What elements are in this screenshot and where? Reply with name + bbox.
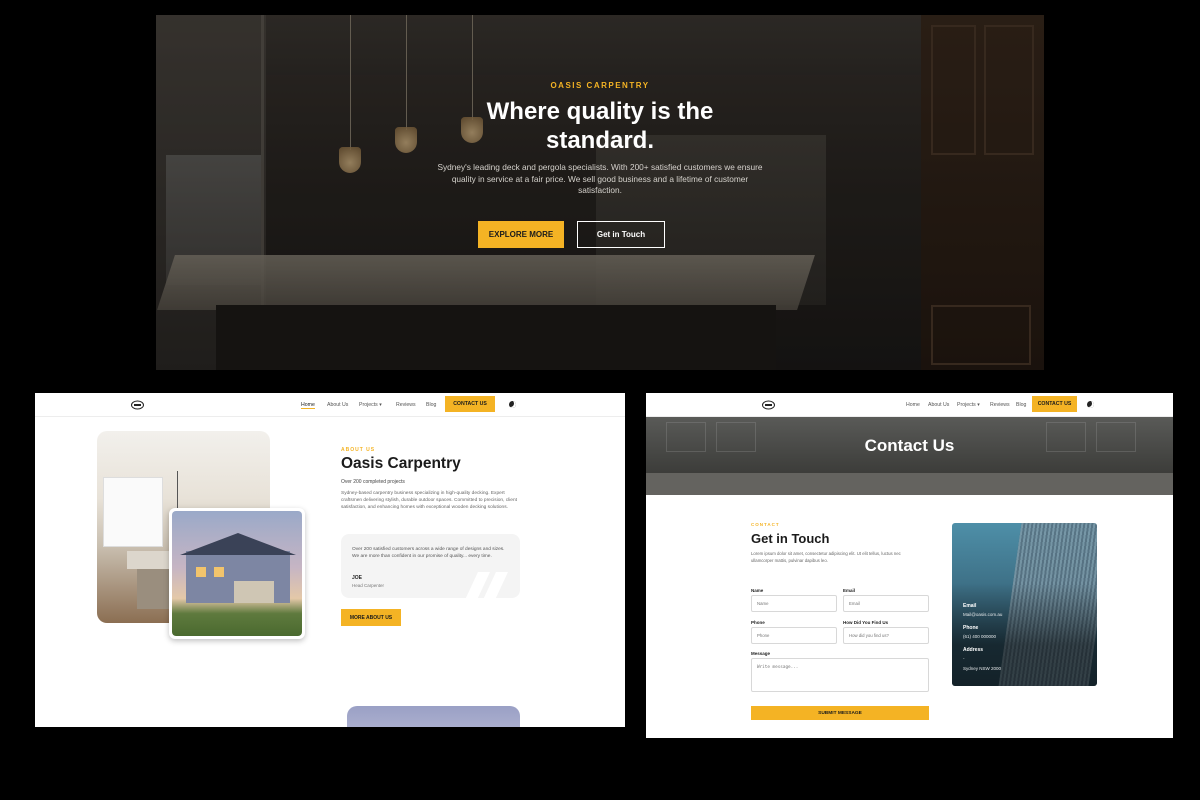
testimonial-name: JOE <box>352 575 363 581</box>
house-window <box>214 567 224 577</box>
logo-icon[interactable] <box>131 400 144 410</box>
nav-blog[interactable]: Blog <box>426 402 436 408</box>
source-input[interactable] <box>843 627 929 644</box>
email-label: Email <box>843 588 856 593</box>
about-description: Sydney-based carpentry business speciali… <box>341 491 517 510</box>
garage-door <box>234 581 274 603</box>
about-page-screenshot: Home About Us Projects ▾ Reviews Blog CO… <box>35 393 625 727</box>
pendant-cord <box>177 471 178 511</box>
address-info-label: Address <box>963 647 984 653</box>
nav-home[interactable]: Home <box>301 402 315 409</box>
navbar: Home About Us Projects ▾ Reviews Blog CO… <box>35 393 625 417</box>
hero-description: Sydney's leading deck and pergola specia… <box>437 162 763 195</box>
contact-description: Lorem ipsum dolor sit amet, consectetur … <box>751 551 901 563</box>
moon-icon[interactable] <box>1087 401 1094 408</box>
name-input[interactable] <box>751 595 837 612</box>
hero-eyebrow: OASIS CARPENTRY <box>550 81 650 90</box>
nav-reviews[interactable]: Reviews <box>990 402 1010 408</box>
message-input[interactable] <box>751 658 929 692</box>
contact-banner <box>646 417 1173 495</box>
nav-home[interactable]: Home <box>906 402 920 408</box>
submit-message-button[interactable]: SUBMIT MESSAGE <box>751 706 929 720</box>
testimonial-quote: Over 200 satisfied customers across a wi… <box>352 547 505 559</box>
get-in-touch-button[interactable]: Get in Touch <box>577 221 665 248</box>
address-line: Sydney NSW 2000 <box>963 666 1002 671</box>
email-info-label: Email <box>963 603 977 609</box>
hero-title-line: standard. <box>545 127 655 154</box>
nav-projects[interactable]: Projects ▾ <box>957 402 980 408</box>
nav-reviews[interactable]: Reviews <box>396 402 416 408</box>
about-eyebrow: ABOUT US <box>341 447 376 453</box>
phone-info-value[interactable]: (61) 400 000000 <box>963 634 996 639</box>
about-title: Oasis Carpentry <box>341 455 461 472</box>
contact-page-title: Contact Us <box>864 436 955 455</box>
contact-page-screenshot: Home About Us Projects ▾ Reviews Blog CO… <box>646 393 1173 738</box>
nav-about[interactable]: About Us <box>928 402 949 408</box>
contact-eyebrow: CONTACT <box>751 522 780 527</box>
hero-title-line: Where quality is the <box>486 98 714 125</box>
house-photo <box>172 511 302 636</box>
testimonial-card: Over 200 satisfied customers across a wi… <box>341 534 520 598</box>
hero-section: OASIS CARPENTRY Where quality is the sta… <box>156 15 1044 370</box>
nav-about[interactable]: About Us <box>327 402 348 408</box>
about-subtitle: Over 200 completed projects <box>341 479 405 485</box>
next-section-image <box>347 706 520 727</box>
testimonial-role: Head Carpenter <box>352 583 385 588</box>
phone-input[interactable] <box>751 627 837 644</box>
explore-more-button[interactable]: EXPLORE MORE <box>478 221 564 248</box>
contact-heading: Get in Touch <box>751 531 830 546</box>
contact-us-button[interactable]: CONTACT US <box>1032 396 1077 412</box>
house-window <box>196 567 206 577</box>
navbar: Home About Us Projects ▾ Reviews Blog CO… <box>646 393 1173 417</box>
phone-info-label: Phone <box>963 625 979 631</box>
nav-projects-label: Projects <box>957 402 976 408</box>
nav-blog[interactable]: Blog <box>1016 402 1026 408</box>
message-label: Message <box>751 651 771 656</box>
chevron-down-icon: ▾ <box>977 402 980 408</box>
email-info-value[interactable]: Mail@oasis.com.au <box>963 612 1002 617</box>
kitchen-cabinet <box>103 477 163 547</box>
hero-title: Where quality is the standard. <box>156 97 1044 155</box>
house-roof <box>180 533 296 555</box>
address-line: - <box>963 656 965 661</box>
phone-label: Phone <box>751 620 765 625</box>
moon-icon[interactable] <box>509 401 516 408</box>
contact-us-button[interactable]: CONTACT US <box>445 396 495 412</box>
nav-projects-label: Projects <box>359 402 378 408</box>
house-photo-frame <box>169 508 305 639</box>
more-about-us-button[interactable]: MORE ABOUT US <box>341 609 401 626</box>
source-label: How Did You Find Us <box>843 620 889 625</box>
email-input[interactable] <box>843 595 929 612</box>
name-label: Name <box>751 588 764 593</box>
banner-overlay <box>646 417 1173 495</box>
logo-icon[interactable] <box>762 400 775 410</box>
chevron-down-icon: ▾ <box>379 402 382 408</box>
contact-info-card: Email Mail@oasis.com.au Phone (61) 400 0… <box>952 523 1097 686</box>
nav-projects[interactable]: Projects ▾ <box>359 402 382 408</box>
